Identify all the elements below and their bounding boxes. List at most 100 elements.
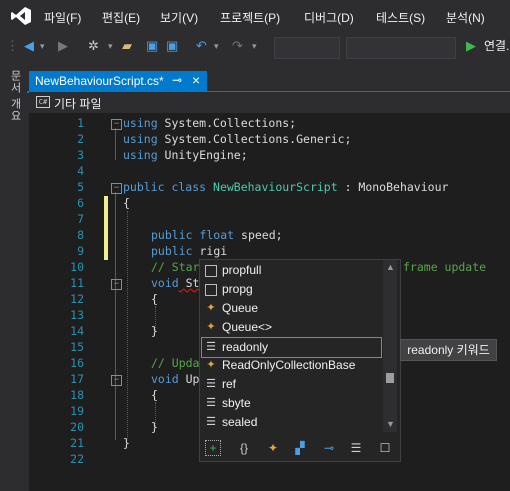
line-number: 20 (70, 420, 84, 434)
keyword-icon: ☰ (206, 416, 216, 428)
collapse-icon[interactable]: − (111, 119, 122, 130)
toolbar-grip-icon: ⋮ (6, 38, 19, 53)
menu-edit[interactable]: 편집(E) (102, 9, 140, 26)
menu-debug[interactable]: 디버그(D) (304, 9, 354, 26)
scroll-up-icon[interactable]: ▲ (386, 262, 395, 272)
completion-item[interactable]: propfull (202, 261, 380, 280)
menu-view[interactable]: 보기(V) (160, 9, 198, 26)
code-line: { (151, 388, 158, 402)
platform-combo[interactable] (346, 37, 456, 59)
configuration-combo[interactable] (274, 37, 340, 59)
keyword-icon: ☰ (206, 378, 216, 390)
back-icon[interactable]: ◀ (24, 37, 34, 55)
completion-item[interactable]: ☰ sealed (202, 413, 380, 432)
completion-item[interactable]: ☰ ref (202, 375, 380, 394)
line-number: 19 (70, 404, 84, 418)
open-folder-icon[interactable]: ▰ (122, 37, 132, 55)
line-number: 1 (77, 116, 84, 130)
line-number: 22 (70, 452, 84, 466)
navigation-bar: C# 기타 파일 (29, 92, 510, 112)
tab-newbehaviourscript[interactable]: NewBehaviourScript.cs* ⊸ × (29, 71, 207, 91)
class-filter-icon[interactable]: ✦ (264, 440, 282, 456)
keyword-icon: ☰ (206, 341, 216, 353)
line-number: 12 (70, 292, 84, 306)
save-all-icon[interactable]: ▣ (166, 37, 178, 55)
code-comment: // Upda (151, 356, 200, 370)
line-number: 4 (77, 164, 84, 178)
code-line: } (123, 436, 130, 450)
completion-scrollbar[interactable] (383, 260, 397, 432)
collapse-icon[interactable]: − (111, 183, 122, 194)
completion-tooltip: readonly 키워드 (400, 339, 497, 361)
class-icon: ✦ (206, 302, 216, 314)
code-line: } (151, 420, 158, 434)
menu-test[interactable]: 테스트(S) (376, 9, 425, 26)
code-line: } (151, 324, 158, 338)
forward-icon[interactable]: ▶ (58, 37, 68, 55)
completion-item-selected[interactable]: ☰ readonly (201, 337, 382, 358)
code-comment: // Star (151, 260, 200, 274)
code-line: using System.Collections; (123, 116, 297, 130)
expand-filter-icon[interactable]: + (205, 440, 221, 456)
menu-analyze[interactable]: 분석(N) (446, 9, 485, 26)
completion-item[interactable]: ✦ Queue<> (202, 318, 380, 337)
keyword-icon: ☰ (206, 397, 216, 409)
code-line: void St (151, 276, 200, 290)
menu-file[interactable]: 파일(F) (44, 9, 81, 26)
code-line: void Up (151, 372, 200, 386)
code-line: public rigi (151, 244, 228, 258)
start-icon[interactable]: ▶ (466, 37, 476, 55)
class-icon: ✦ (206, 359, 216, 371)
code-line: { (123, 196, 130, 210)
line-number: 9 (77, 244, 84, 258)
close-icon[interactable]: × (192, 72, 200, 88)
collapse-icon[interactable]: − (111, 375, 122, 386)
code-comment: frame update (403, 260, 487, 274)
undo-dropdown-icon[interactable]: ▾ (214, 37, 219, 55)
code-line: using UnityEngine; (123, 148, 248, 162)
line-number: 18 (70, 388, 84, 402)
completion-item[interactable]: ☰ sbyte (202, 394, 380, 413)
pin-icon[interactable]: ⊸ (172, 73, 182, 87)
completion-item[interactable]: ✦ Queue (202, 299, 380, 318)
struct-filter-icon[interactable]: ▞ (291, 440, 309, 456)
visual-studio-logo-icon[interactable] (10, 6, 32, 26)
undo-icon[interactable]: ↶ (196, 37, 207, 55)
line-number: 13 (70, 308, 84, 322)
line-number: 5 (77, 180, 84, 194)
line-number: 3 (77, 148, 84, 162)
keyword-filter-icon[interactable]: ☰ (347, 440, 365, 456)
connect-button[interactable]: 연결. (484, 37, 509, 55)
line-number: 10 (70, 260, 84, 274)
code-line: using System.Collections.Generic; (123, 132, 352, 146)
namespace-filter-icon[interactable]: {} (235, 440, 253, 456)
change-indicator (104, 196, 108, 260)
new-project-icon[interactable]: ✲ (88, 37, 99, 55)
scroll-down-icon[interactable]: ▼ (386, 419, 395, 429)
snippet-filter-icon[interactable]: ☐ (376, 440, 394, 456)
line-number: 11 (70, 276, 84, 290)
line-number: 16 (70, 356, 84, 370)
csharp-file-icon: C# (36, 96, 50, 108)
document-outline-tab[interactable]: 문서 개요 (7, 70, 23, 122)
indent-guide (127, 211, 128, 439)
completion-item[interactable]: ✦ ReadOnlyCollectionBase (202, 356, 380, 375)
line-number: 17 (70, 372, 84, 386)
new-dropdown-icon[interactable]: ▾ (108, 37, 113, 55)
line-number: 2 (77, 132, 84, 146)
back-dropdown-icon[interactable]: ▾ (40, 37, 45, 55)
navbar-project-label[interactable]: 기타 파일 (54, 95, 102, 112)
interface-filter-icon[interactable]: ⊸ (320, 440, 338, 456)
line-number: 14 (70, 324, 84, 338)
redo-dropdown-icon[interactable]: ▾ (252, 37, 257, 55)
line-number: 21 (70, 436, 84, 450)
code-line: { (151, 292, 158, 306)
line-number: 15 (70, 340, 84, 354)
class-icon: ✦ (206, 321, 216, 333)
save-icon[interactable]: ▣ (146, 37, 158, 55)
completion-item[interactable]: propg (202, 280, 380, 299)
menu-project[interactable]: 프로젝트(P) (220, 9, 280, 26)
collapse-icon[interactable]: − (111, 279, 122, 290)
scrollbar-thumb[interactable] (386, 373, 394, 383)
redo-icon[interactable]: ↷ (232, 37, 243, 55)
